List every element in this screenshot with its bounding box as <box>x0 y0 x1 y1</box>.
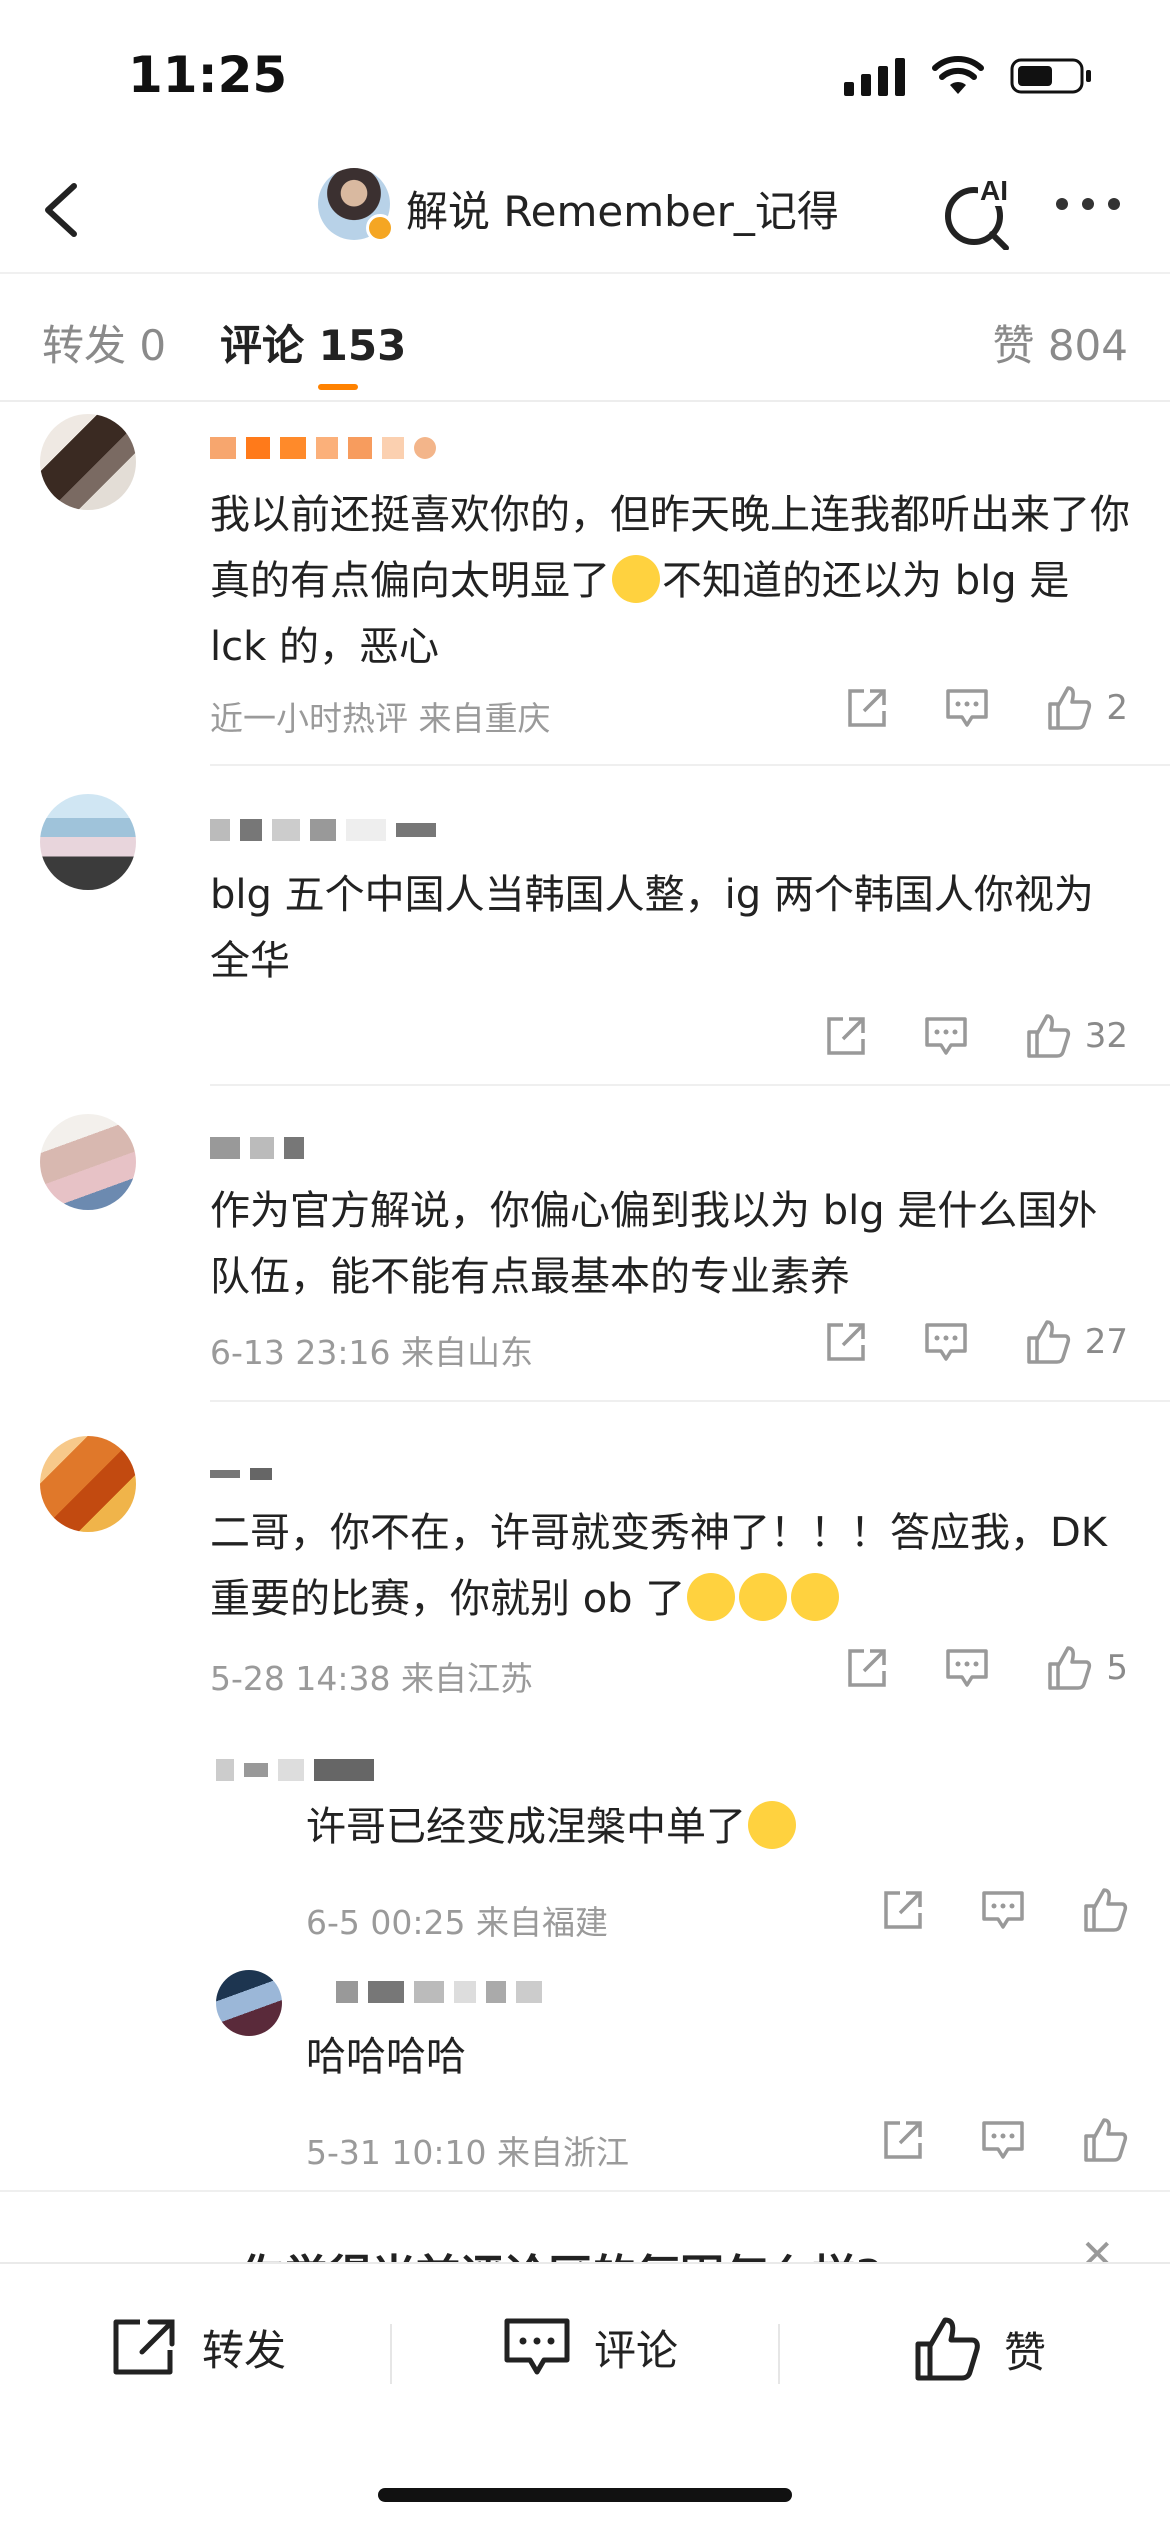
share-icon[interactable] <box>844 1645 890 1691</box>
battery-icon <box>1010 58 1091 94</box>
share-icon[interactable] <box>823 1319 869 1365</box>
survey-banner[interactable]: 你觉得当前评论区的氛围怎么样? ✕ <box>0 2190 1170 2272</box>
status-time: 11:25 <box>128 46 288 104</box>
comment-text: 二哥，你不在，许哥就变秀神了！！！答应我，DK 重要的比赛，你就别 ob 了 <box>210 1510 1108 1622</box>
avatar[interactable] <box>40 1114 136 1210</box>
comment-item: 二哥，你不在，许哥就变秀神了！！！答应我，DK 重要的比赛，你就别 ob 了 5… <box>0 1402 1170 2172</box>
comment-item: blg 五个中国人当韩国人整，ig 两个韩国人你视为全华 32 <box>0 766 1170 1086</box>
share-icon[interactable] <box>844 685 890 731</box>
like-count: 32 <box>1084 1016 1128 1056</box>
username-blurred[interactable] <box>210 1136 304 1160</box>
comment-item: 作为官方解说，你偏心偏到我以为 blg 是什么国外队伍，能不能有点最基本的专业素… <box>0 1086 1170 1402</box>
crying-emoji <box>748 1801 796 1849</box>
username-blurred[interactable] <box>210 436 436 460</box>
comment-text: 我以前还挺喜欢你的，但昨天晚上连我都听出来了你真的有点偏向太明显了 不知道的还以为… <box>210 492 1130 670</box>
share-icon[interactable] <box>880 2117 926 2163</box>
thumbs-up-icon <box>1026 1320 1070 1364</box>
like-count: 27 <box>1084 1322 1128 1362</box>
crying-emoji <box>739 1573 788 1621</box>
reply-icon[interactable] <box>923 1013 969 1059</box>
crying-emoji <box>687 1573 736 1621</box>
author-name[interactable]: 解说 Remember_记得 <box>406 178 839 239</box>
tab-likes[interactable]: 赞 804 <box>992 312 1128 373</box>
thumbs-up-icon <box>1048 1646 1092 1690</box>
like-button[interactable]: 32 <box>1023 1012 1128 1060</box>
avatar[interactable] <box>40 414 136 510</box>
like-button[interactable]: 5 <box>1044 1644 1128 1692</box>
divider <box>390 2324 392 2384</box>
ai-search-icon[interactable]: AI <box>940 170 1020 250</box>
divider <box>778 2324 780 2384</box>
thumbs-up-icon[interactable] <box>1080 2116 1128 2164</box>
comment-text: 作为官方解说，你偏心偏到我以为 blg 是什么国外队伍，能不能有点最基本的专业素… <box>210 1188 1098 1300</box>
thumbs-up-icon <box>1026 1014 1070 1058</box>
author-avatar[interactable] <box>318 168 394 242</box>
comment-actions: 27 <box>823 1318 1128 1366</box>
like-button[interactable]: 2 <box>1044 684 1128 732</box>
comment-actions: 5 <box>844 1644 1128 1692</box>
share-icon[interactable] <box>880 1887 926 1933</box>
avatar[interactable] <box>40 1436 136 1532</box>
tab-indicator <box>318 384 358 390</box>
share-icon[interactable] <box>823 1013 869 1059</box>
tab-comments[interactable]: 评论 153 <box>220 312 406 373</box>
reply-text: 哈哈哈哈 <box>306 2034 466 2080</box>
nav-bar: 解说 Remember_记得 AI <box>0 150 1170 270</box>
verified-badge <box>366 214 394 242</box>
laugh-cry-emoji <box>612 555 660 603</box>
username-blurred[interactable] <box>216 1758 374 1782</box>
thumbs-up-icon[interactable] <box>1080 1886 1128 1934</box>
divider <box>0 272 1170 274</box>
home-indicator <box>378 2488 792 2502</box>
like-button[interactable]: 27 <box>1023 1318 1128 1366</box>
reply-actions <box>880 2116 1128 2164</box>
reply-icon[interactable] <box>980 2117 1026 2163</box>
crying-emoji <box>791 1573 840 1621</box>
comment-button[interactable]: 评论 <box>502 2316 678 2378</box>
comment-label: 评论 <box>594 2325 679 2375</box>
thumbs-up-icon <box>1048 686 1092 730</box>
username-blurred[interactable] <box>210 818 436 842</box>
reply-icon[interactable] <box>944 685 990 731</box>
comment-item: 我以前还挺喜欢你的，但昨天晚上连我都听出来了你真的有点偏向太明显了 不知道的还以为… <box>0 402 1170 766</box>
reply-icon[interactable] <box>944 1645 990 1691</box>
back-icon[interactable] <box>36 180 86 240</box>
wifi-icon <box>932 56 984 94</box>
thumbs-up-icon <box>915 2317 980 2381</box>
comment-text: blg 五个中国人当韩国人整，ig 两个韩国人你视为全华 <box>210 872 1094 984</box>
reply-meta: 6-5 00:25 来自福建 <box>306 1903 608 1942</box>
username-blurred[interactable] <box>336 1980 542 2004</box>
more-icon[interactable] <box>1056 198 1120 210</box>
repost-button[interactable]: 转发 <box>110 2316 286 2378</box>
like-count: 5 <box>1106 1648 1128 1688</box>
reply-text: 许哥已经变成涅槃中单了 <box>306 1794 1106 1860</box>
comment-meta: 6-13 23:16 来自山东 <box>210 1333 533 1372</box>
comment-icon <box>504 2318 570 2375</box>
username-blurred[interactable] <box>210 1462 272 1486</box>
comment-meta: 近一小时热评 来自重庆 <box>210 699 551 738</box>
reply-icon[interactable] <box>980 1887 1026 1933</box>
tab-repost[interactable]: 转发 0 <box>42 312 166 373</box>
comment-actions: 32 <box>823 1012 1128 1060</box>
like-count: 2 <box>1106 688 1128 728</box>
like-label: 赞 <box>1004 2327 1047 2377</box>
status-icons <box>844 56 1092 96</box>
ai-label: AI <box>980 175 1008 206</box>
repost-label: 转发 <box>202 2325 287 2375</box>
reply-actions <box>880 1886 1128 1934</box>
avatar[interactable] <box>40 794 136 890</box>
comment-actions: 2 <box>844 684 1128 732</box>
comment-meta: 5-28 14:38 来自江苏 <box>210 1659 533 1698</box>
avatar[interactable] <box>216 1970 282 2036</box>
share-icon <box>113 2319 175 2375</box>
like-button[interactable]: 赞 <box>912 2316 1046 2382</box>
reply-icon[interactable] <box>923 1319 969 1365</box>
reply-meta: 5-31 10:10 来自浙江 <box>306 2133 629 2172</box>
signal-icon <box>844 58 905 96</box>
